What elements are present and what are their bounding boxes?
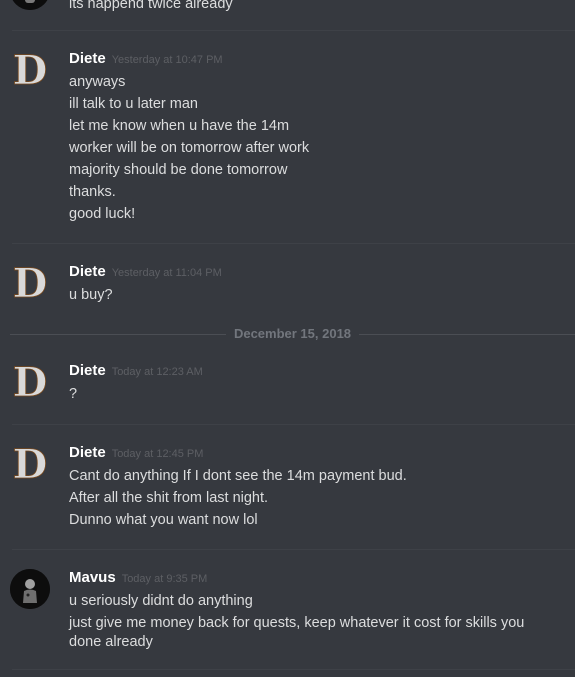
chat-message-list: its happend twice already D Diete Yesterd… [0, 0, 575, 677]
message-line: anyways [69, 74, 126, 90]
svg-text:D: D [13, 444, 48, 484]
svg-text:D: D [13, 362, 48, 402]
message-header: Diete Today at 12:23 AM [69, 362, 203, 380]
message-divider [12, 30, 575, 31]
message-header: Diete Yesterday at 10:47 PM [69, 50, 223, 68]
user-avatar[interactable] [10, 0, 50, 10]
message-line: good luck! [69, 206, 136, 222]
message-header: Diete Today at 12:45 PM [69, 444, 203, 462]
author-name[interactable]: Diete [69, 263, 106, 280]
timestamp[interactable]: Today at 12:23 AM [112, 366, 203, 378]
message-line: worker will be on tomorrow after work [69, 140, 310, 156]
date-separator: December 15, 2018 [10, 326, 575, 342]
message-line: Cant do anything If I dont see the 14m p… [69, 468, 407, 484]
user-avatar[interactable]: D [10, 263, 50, 303]
message-line: u buy? [69, 287, 113, 303]
author-name[interactable]: Diete [69, 444, 106, 461]
message-header: Mavus Today at 9:35 PM [69, 569, 207, 587]
message-content: anyways ill talk to u later man let me k… [69, 71, 555, 225]
timestamp[interactable]: Today at 12:45 PM [112, 448, 204, 460]
user-avatar[interactable]: D [10, 362, 50, 402]
author-name[interactable]: Diete [69, 362, 106, 379]
user-avatar[interactable]: D [10, 50, 50, 90]
message-line: its happend twice already [69, 0, 233, 12]
author-name[interactable]: Diete [69, 50, 106, 67]
message-divider [12, 424, 575, 425]
message-content: u seriously didnt do anything just give … [69, 590, 555, 652]
svg-text:D: D [13, 50, 48, 90]
timestamp[interactable]: Yesterday at 10:47 PM [112, 54, 223, 66]
author-name[interactable]: Mavus [69, 569, 116, 586]
timestamp[interactable]: Today at 9:35 PM [122, 573, 208, 585]
message-line: After all the shit from last night. [69, 490, 269, 506]
message-divider [12, 669, 575, 670]
message-line: ? [69, 386, 78, 402]
message-line: just give me money back for quests, keep… [69, 615, 525, 650]
message-line: thanks. [69, 184, 116, 200]
message-divider [12, 243, 575, 244]
message-header: Diete Yesterday at 11:04 PM [69, 263, 222, 281]
message-divider [12, 549, 575, 550]
svg-text:D: D [13, 263, 48, 303]
message-line: majority should be done tomorrow [69, 162, 288, 178]
message-line: let me know when u have the 14m [69, 118, 290, 134]
message-content: ? [69, 383, 555, 405]
user-avatar[interactable] [10, 569, 50, 609]
timestamp[interactable]: Yesterday at 11:04 PM [112, 267, 222, 279]
message-line: Dunno what you want now lol [69, 512, 258, 528]
date-separator-label: December 15, 2018 [225, 326, 360, 341]
user-avatar[interactable]: D [10, 444, 50, 484]
message-line: ill talk to u later man [69, 96, 198, 112]
message-content: u buy? [69, 284, 555, 306]
message-line: u seriously didnt do anything [69, 593, 253, 609]
message-content: Cant do anything If I dont see the 14m p… [69, 465, 555, 531]
